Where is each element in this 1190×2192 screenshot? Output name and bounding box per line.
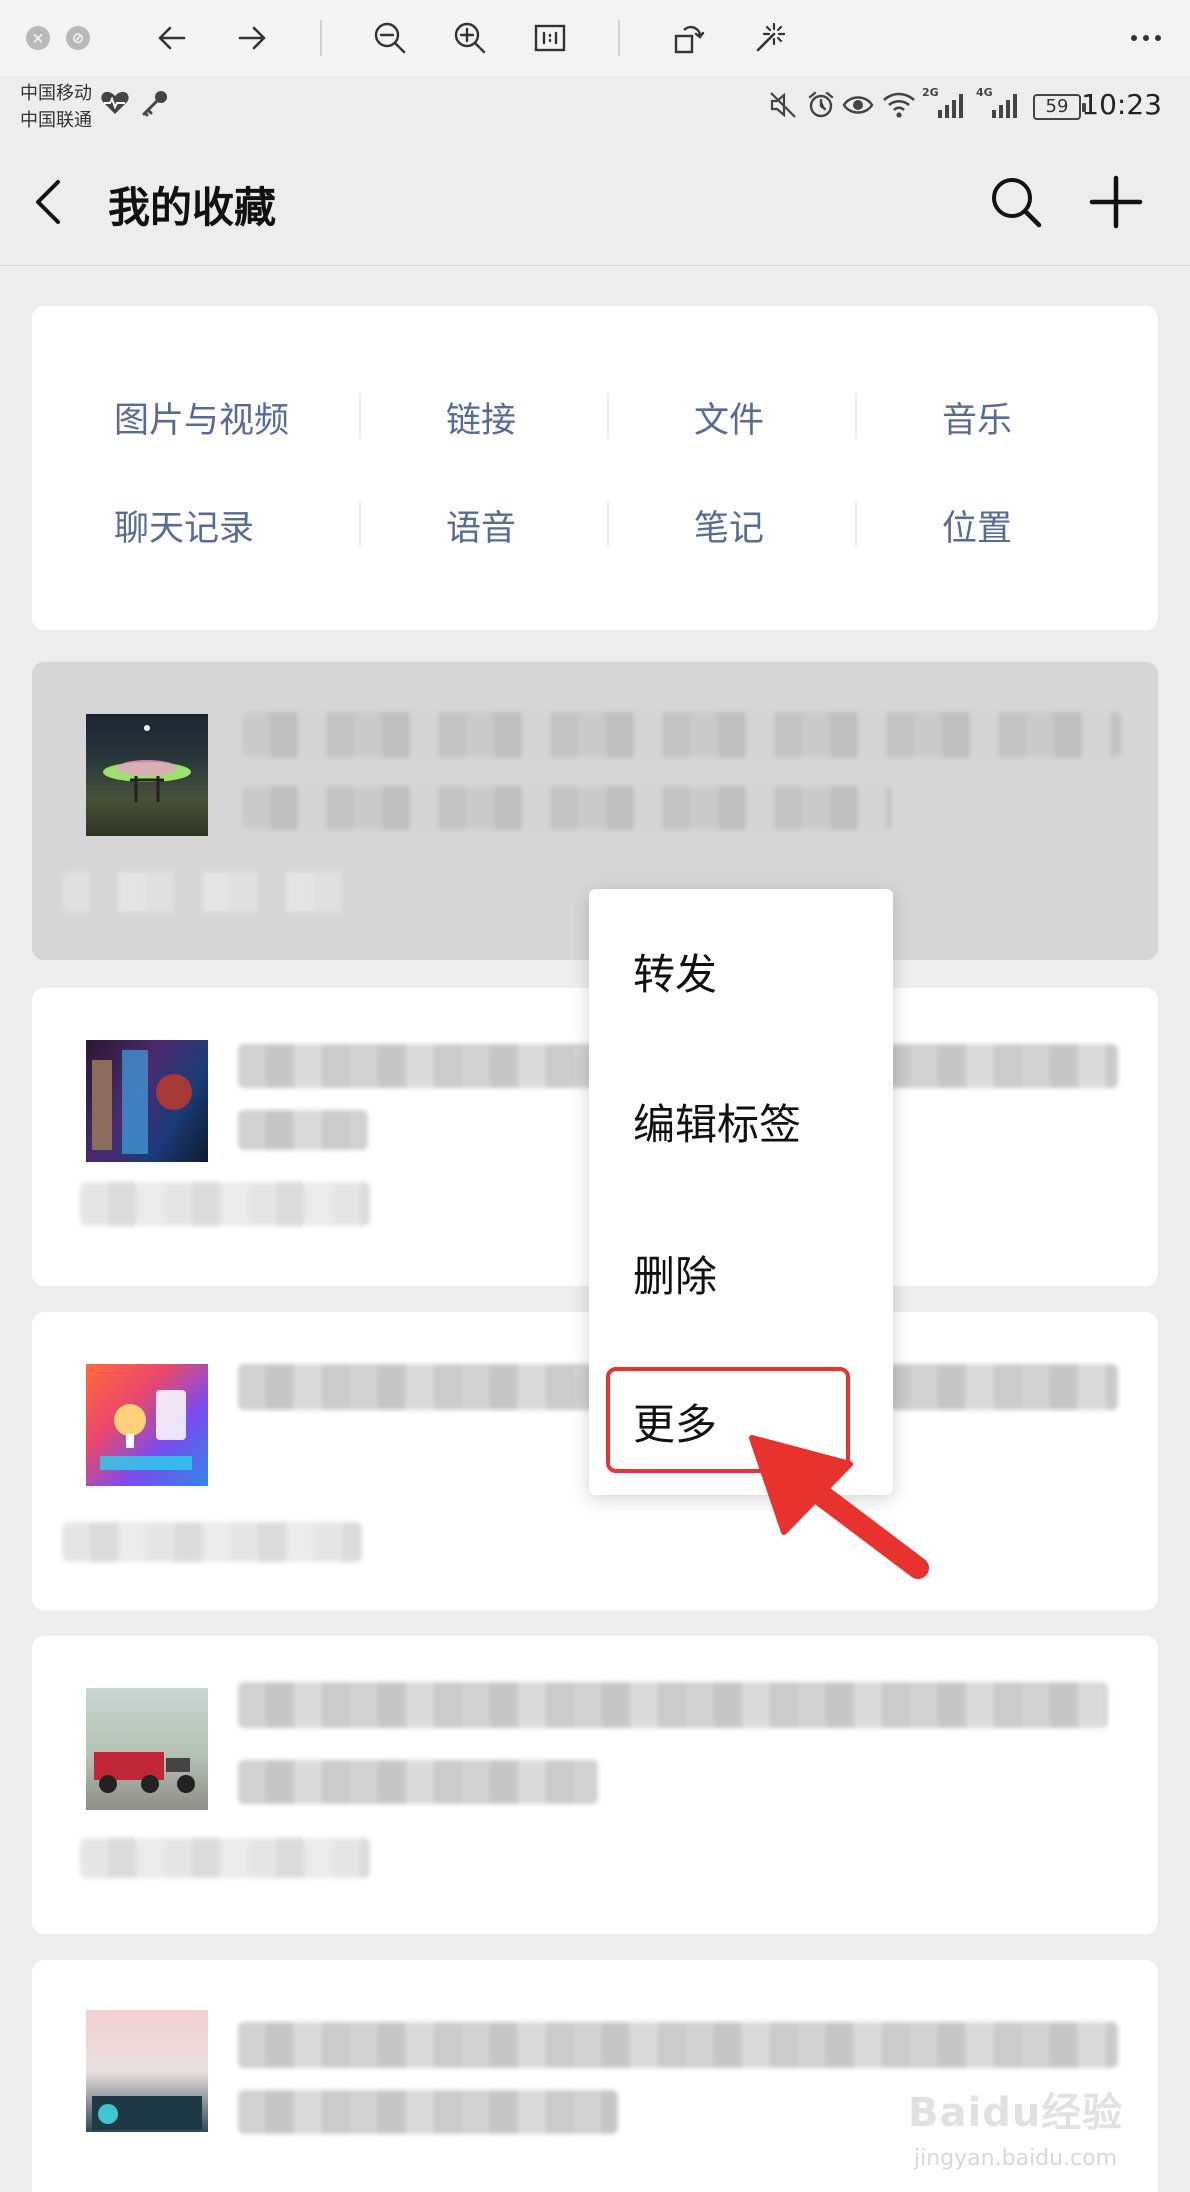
category-divider <box>359 394 361 438</box>
alarm-icon <box>808 91 834 118</box>
category-notes[interactable]: 笔记 <box>694 500 764 551</box>
arrow-right-icon[interactable] <box>232 18 272 58</box>
close-dot-icon[interactable]: × <box>26 26 50 50</box>
redacted-text <box>242 786 892 830</box>
status-bar: 中国移动 中国联通 2G 4G 59 10:23 <box>0 76 1190 138</box>
toolbar-divider <box>320 20 322 56</box>
zoom-in-icon[interactable] <box>450 18 490 58</box>
category-files[interactable]: 文件 <box>694 392 764 443</box>
category-filter-card: 图片与视频 链接 文件 音乐 聊天记录 语音 笔记 位置 <box>32 306 1158 630</box>
context-menu: 转发 编辑标签 删除 更多 <box>589 889 893 1495</box>
category-divider <box>607 394 609 438</box>
search-icon[interactable] <box>988 174 1044 230</box>
category-images-videos[interactable]: 图片与视频 <box>114 392 289 443</box>
menu-delete[interactable]: 删除 <box>633 1243 717 1304</box>
favorite-item[interactable] <box>32 1636 1158 1934</box>
redacted-text <box>238 2090 618 2134</box>
category-location[interactable]: 位置 <box>942 500 1012 551</box>
redacted-meta <box>80 1182 370 1226</box>
battery-indicator: 59 <box>1033 94 1086 120</box>
wifi-icon <box>883 92 915 118</box>
stop-dot-icon[interactable]: ⊘ <box>66 26 90 50</box>
category-divider <box>359 502 361 546</box>
magic-wand-icon[interactable] <box>748 18 788 58</box>
thumbnail-image <box>86 1364 208 1486</box>
heart-pulse-icon <box>101 91 129 114</box>
chevron-left-icon[interactable] <box>30 176 66 228</box>
page-title: 我的收藏 <box>108 183 277 232</box>
toolbar-divider <box>618 20 620 56</box>
redacted-text <box>242 712 1122 758</box>
more-icon[interactable] <box>1126 18 1166 58</box>
arrow-left-icon[interactable] <box>152 18 192 58</box>
category-chat-history[interactable]: 聊天记录 <box>114 500 254 551</box>
category-divider <box>855 502 857 546</box>
redacted-text <box>238 1682 1108 1728</box>
carrier-2: 中国联通 <box>20 110 92 131</box>
eye-icon <box>842 96 874 114</box>
carrier-1: 中国移动 <box>20 83 92 104</box>
category-music[interactable]: 音乐 <box>942 392 1012 443</box>
mute-icon <box>770 92 796 118</box>
thumbnail-image <box>86 714 208 836</box>
signal-icon <box>992 94 1017 118</box>
annotation-arrow-icon <box>749 1435 929 1579</box>
carrier-labels: 中国移动 中国联通 <box>20 80 92 134</box>
signal-icon <box>938 94 963 118</box>
category-links[interactable]: 链接 <box>446 392 516 443</box>
plus-icon[interactable] <box>1088 174 1144 230</box>
app-header: 我的收藏 <box>0 138 1190 266</box>
redacted-meta <box>62 872 362 912</box>
menu-forward[interactable]: 转发 <box>633 941 717 1002</box>
rotate-icon[interactable] <box>668 18 708 58</box>
zoom-out-icon[interactable] <box>370 18 410 58</box>
thumbnail-image <box>86 1040 208 1162</box>
thumbnail-image <box>86 1688 208 1810</box>
redacted-text <box>238 1760 598 1804</box>
category-voice[interactable]: 语音 <box>446 500 516 551</box>
watermark-url: jingyan.baidu.com <box>914 2146 1118 2171</box>
category-divider <box>607 502 609 546</box>
image-viewer-toolbar: × ⊘ <box>0 0 1190 76</box>
redacted-text <box>238 2022 1118 2068</box>
menu-edit-tags[interactable]: 编辑标签 <box>633 1091 801 1152</box>
watermark: Baidu经验 jingyan.baidu.com <box>908 2080 1148 2180</box>
status-time: 10:23 <box>1081 88 1162 121</box>
thumbnail-image <box>86 2010 208 2132</box>
redacted-meta <box>80 1838 370 1878</box>
redacted-text <box>238 1110 368 1150</box>
actual-size-icon[interactable] <box>530 18 570 58</box>
category-divider <box>855 394 857 438</box>
redacted-meta <box>62 1522 362 1562</box>
watermark-logo: Baidu经验 <box>908 2090 1124 2136</box>
key-icon <box>142 91 167 117</box>
